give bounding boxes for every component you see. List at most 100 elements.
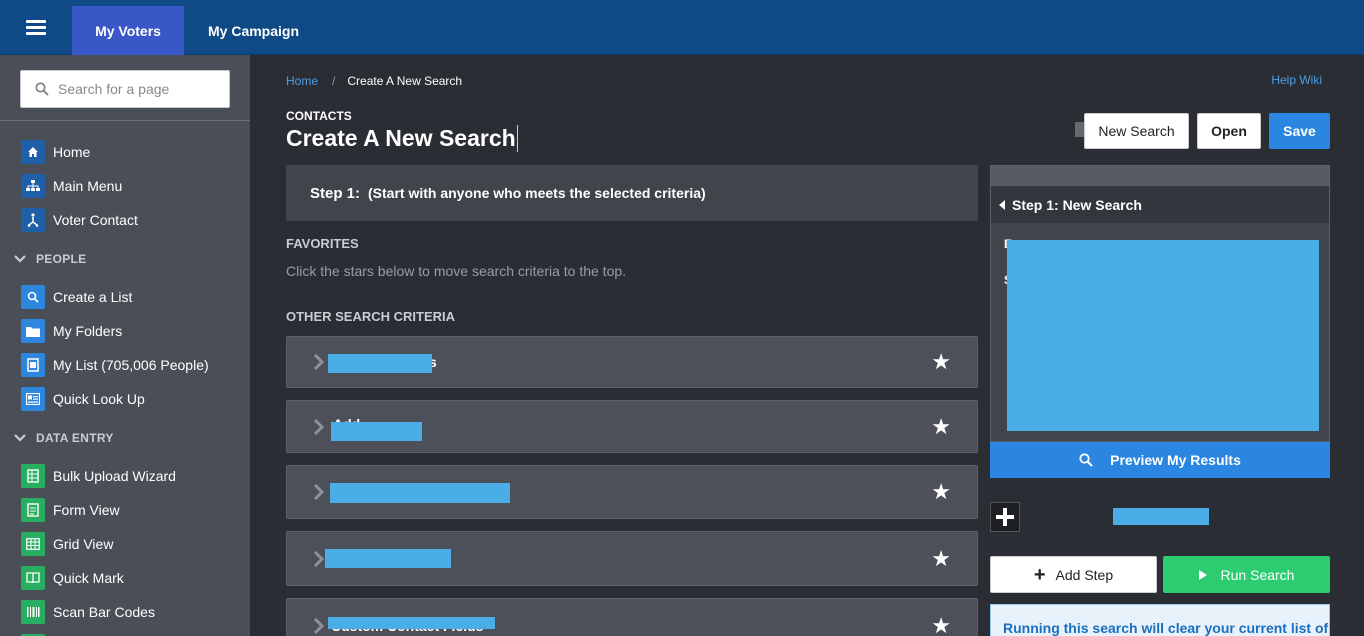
- sidebar-item-form-view[interactable]: Form View: [0, 493, 250, 527]
- play-icon: [1198, 569, 1207, 580]
- chevron-right-icon: [313, 617, 325, 634]
- tab-my-campaign[interactable]: My Campaign: [208, 6, 299, 55]
- sidebar-item-create-a-list[interactable]: Create a List: [0, 280, 250, 314]
- criteria-row[interactable]: Add ★: [286, 400, 978, 453]
- sidebar-item-main-menu[interactable]: Main Menu: [0, 169, 250, 203]
- top-navigation-bar: My Voters My Campaign: [0, 0, 1364, 55]
- caret-left-icon: [999, 199, 1005, 210]
- sidebar-item-quick-mark[interactable]: Quick Mark: [0, 561, 250, 595]
- star-icon[interactable]: ★: [931, 481, 951, 503]
- sidebar-item-partial[interactable]: [0, 629, 250, 636]
- criteria-row[interactable]: ★: [286, 465, 978, 519]
- sidebar-item-my-list[interactable]: My List (705,006 People): [0, 348, 250, 382]
- hamburger-menu-icon[interactable]: [0, 0, 72, 55]
- criteria-row[interactable]: s ★: [286, 336, 978, 388]
- search-steps-panel: Step 1: New Search Ev S: [990, 165, 1330, 442]
- add-step-label: Add Step: [1055, 566, 1114, 583]
- grid-icon: [21, 532, 45, 556]
- chevron-down-icon: [14, 429, 26, 447]
- people-tree-icon: [21, 208, 45, 232]
- sidebar-item-label: Bulk Upload Wizard: [53, 468, 176, 484]
- star-icon[interactable]: ★: [931, 415, 951, 438]
- page-title: Create A New Search: [286, 125, 518, 152]
- plus-icon: [996, 508, 1014, 526]
- redacted-label: [330, 483, 510, 503]
- sitemap-icon: [21, 174, 45, 198]
- sidebar-item-label: Quick Mark: [53, 570, 124, 586]
- page-search-box[interactable]: [20, 70, 230, 108]
- step-1-panel-header[interactable]: Step 1: New Search: [991, 186, 1329, 223]
- sidebar-item-label: Main Menu: [53, 178, 123, 194]
- help-wiki-link[interactable]: Help Wiki: [1271, 73, 1322, 87]
- redacted-label: [1113, 508, 1209, 525]
- sidebar-item-quick-look-up[interactable]: Quick Look Up: [0, 382, 250, 416]
- sidebar-item-label: Quick Look Up: [53, 391, 145, 407]
- other-criteria-heading: OTHER SEARCH CRITERIA: [286, 309, 456, 324]
- sidebar-item-label: Form View: [53, 502, 120, 518]
- sidebar-item-bulk-upload-wizard[interactable]: Bulk Upload Wizard: [0, 459, 250, 493]
- home-icon: [21, 140, 45, 164]
- open-button[interactable]: Open: [1197, 113, 1261, 149]
- favorites-heading: FAVORITES: [286, 236, 359, 251]
- sidebar: Home Main Menu Voter Contact PEOPLE Crea…: [0, 55, 250, 636]
- sidebar-section-label: DATA ENTRY: [36, 430, 114, 445]
- save-button[interactable]: Save: [1269, 113, 1330, 149]
- add-step-button[interactable]: + Add Step: [990, 556, 1157, 593]
- spreadsheet-icon: [21, 464, 45, 488]
- sidebar-item-grid-view[interactable]: Grid View: [0, 527, 250, 561]
- sidebar-item-home[interactable]: Home: [0, 135, 250, 169]
- folder-icon: [21, 319, 45, 343]
- sidebar-section-data-entry[interactable]: DATA ENTRY: [0, 416, 250, 459]
- sidebar-item-label: Voter Contact: [53, 212, 138, 228]
- step-header: Step 1: (Start with anyone who meets the…: [286, 165, 978, 221]
- search-icon: [21, 285, 45, 309]
- sidebar-section-label: PEOPLE: [36, 251, 87, 266]
- redacted-label: [328, 354, 432, 373]
- main-content: Home / Create A New Search Help Wiki CON…: [250, 55, 1364, 636]
- add-step-plus-button[interactable]: [990, 502, 1020, 532]
- step-label: Step 1:: [310, 184, 361, 202]
- tab-my-voters[interactable]: My Voters: [72, 6, 184, 55]
- breadcrumb-separator: /: [332, 74, 336, 88]
- preview-results-button[interactable]: Preview My Results: [990, 442, 1330, 478]
- sidebar-item-label: My Folders: [53, 323, 123, 339]
- sidebar-item-label: My List (705,006 People): [53, 357, 209, 373]
- plus-icon: +: [1033, 563, 1046, 586]
- breadcrumb-home-link[interactable]: Home: [286, 74, 318, 88]
- redacted-panel-content: [1007, 240, 1319, 431]
- search-icon: [35, 82, 49, 96]
- redacted-label: [325, 549, 451, 568]
- breadcrumb-current: Create A New Search: [347, 74, 463, 88]
- run-search-label: Run Search: [1220, 566, 1295, 583]
- redacted-label: [328, 617, 495, 629]
- sidebar-item-scan-bar-codes[interactable]: Scan Bar Codes: [0, 595, 250, 629]
- preview-results-label: Preview My Results: [1110, 452, 1241, 468]
- sidebar-item-my-folders[interactable]: My Folders: [0, 314, 250, 348]
- new-search-button[interactable]: New Search: [1084, 113, 1189, 149]
- book-icon: [21, 566, 45, 590]
- form-icon: [21, 498, 45, 522]
- sidebar-item-voter-contact[interactable]: Voter Contact: [0, 203, 250, 237]
- redacted-label: [331, 422, 422, 441]
- search-icon: [1079, 453, 1093, 467]
- section-kicker: CONTACTS: [286, 109, 352, 123]
- barcode-icon: [21, 600, 45, 624]
- page-search-input[interactable]: [58, 81, 218, 97]
- criteria-row[interactable]: Custom Contact Fields ★: [286, 598, 978, 636]
- star-icon[interactable]: ★: [931, 614, 951, 636]
- sidebar-divider: [0, 120, 250, 121]
- sidebar-item-label: Grid View: [53, 536, 114, 552]
- criteria-row[interactable]: ★: [286, 531, 978, 586]
- panel-header-title: Step 1: New Search: [1012, 196, 1142, 213]
- star-icon[interactable]: ★: [931, 547, 951, 570]
- sidebar-item-label: Scan Bar Codes: [53, 604, 155, 620]
- favorites-description: Click the stars below to move search cri…: [286, 263, 627, 279]
- sidebar-section-people[interactable]: PEOPLE: [0, 237, 250, 280]
- chevron-right-icon: [313, 353, 325, 371]
- step-description: (Start with anyone who meets the selecte…: [368, 185, 706, 201]
- panel-top-strip: [991, 166, 1329, 186]
- run-search-button[interactable]: Run Search: [1163, 556, 1330, 593]
- list-icon: [21, 353, 45, 377]
- star-icon[interactable]: ★: [931, 351, 951, 373]
- sidebar-item-label: Home: [53, 144, 91, 160]
